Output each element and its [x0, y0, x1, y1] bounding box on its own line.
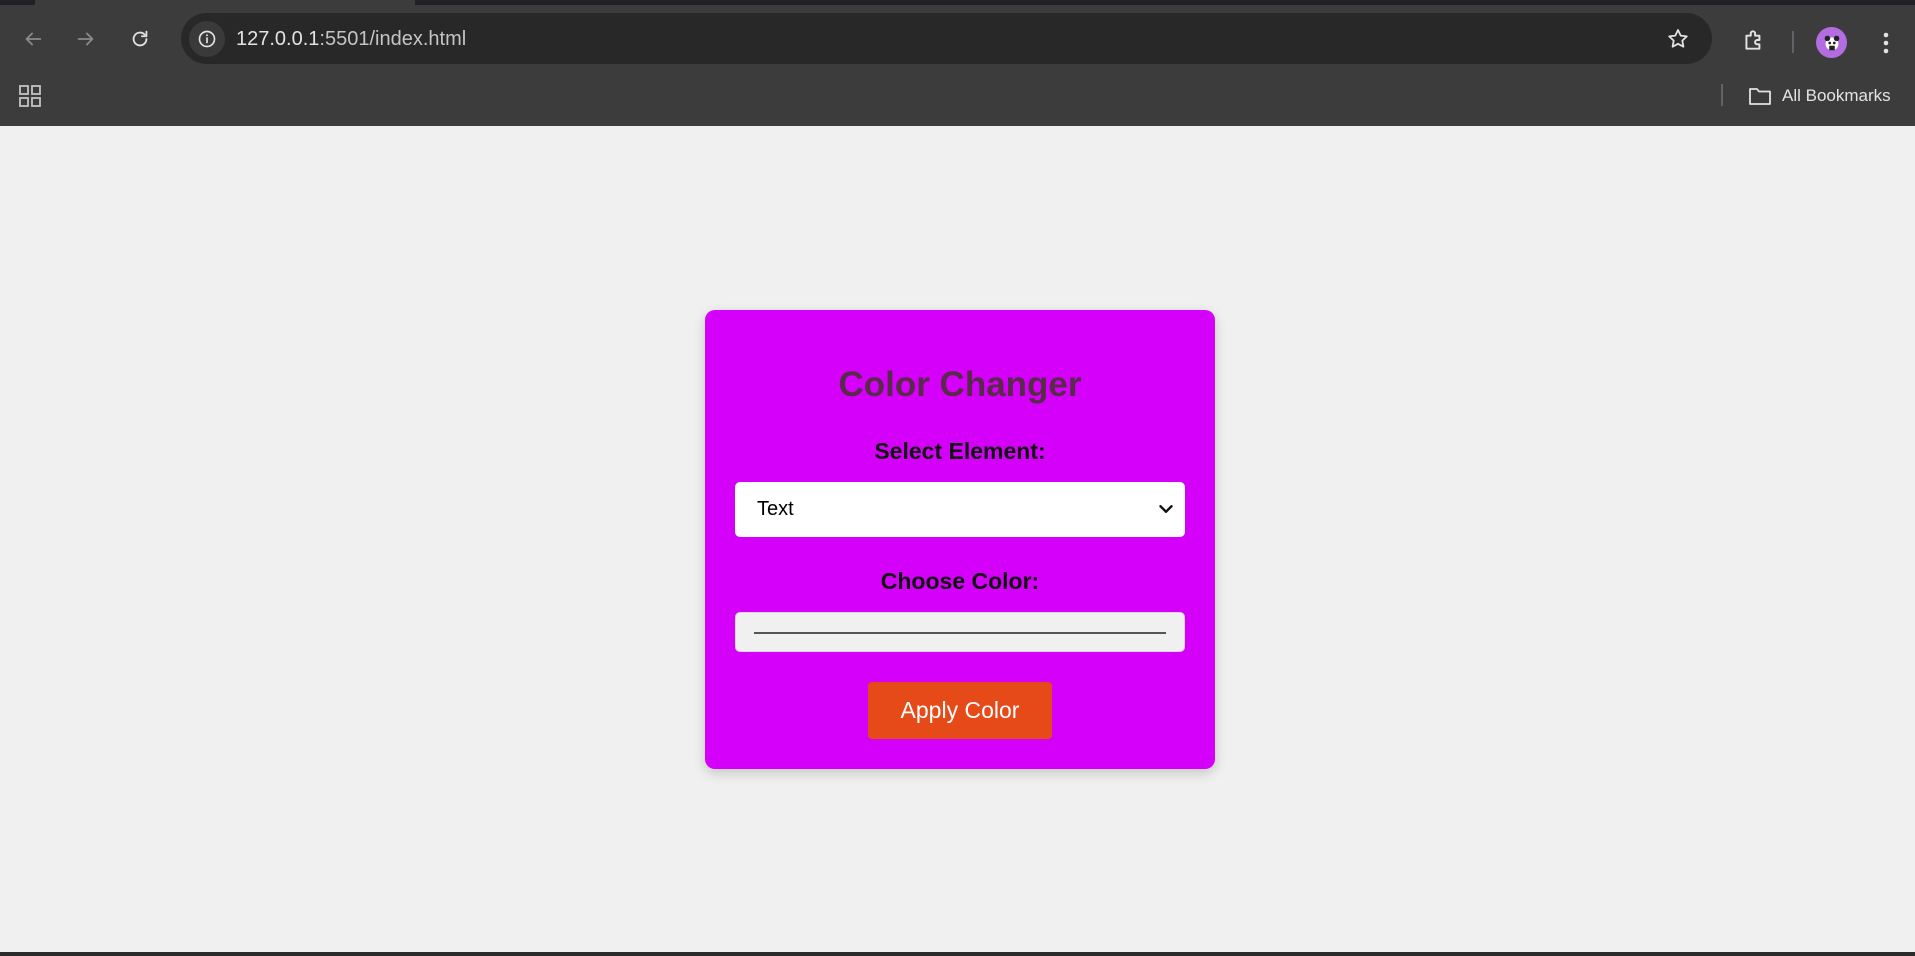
choose-color-label: Choose Color: — [880, 568, 1040, 594]
color-changer-card: Color Changer Select Element: Text Choos… — [705, 310, 1215, 769]
url-host: 127.0.0.1 — [236, 28, 320, 50]
color-swatch — [754, 632, 1166, 634]
browser-toolbar: 127.0.0.1:5501/index.html — [0, 5, 1915, 71]
all-bookmarks-button[interactable]: All Bookmarks — [1748, 81, 1891, 111]
bookmarks-bar: All Bookmarks — [0, 71, 1915, 126]
url-text[interactable]: 127.0.0.1:5501/index.html — [236, 28, 466, 51]
browser-menu-button[interactable] — [1876, 25, 1896, 61]
element-select[interactable]: Text — [735, 482, 1185, 537]
back-button[interactable] — [15, 21, 51, 57]
forward-button[interactable] — [68, 21, 104, 57]
extensions-button[interactable] — [1736, 22, 1772, 58]
puzzle-icon — [1745, 30, 1761, 50]
panda-avatar-icon — [1824, 35, 1839, 50]
reload-icon — [132, 30, 148, 47]
site-info-button[interactable] — [189, 21, 225, 57]
address-bar[interactable]: 127.0.0.1:5501/index.html — [181, 13, 1712, 64]
arrow-right-icon — [77, 32, 94, 46]
browser-chrome: 127.0.0.1:5501/index.html All Bookmarks — [0, 0, 1915, 126]
page-title: Color Changer — [838, 365, 1082, 404]
arrow-left-icon — [25, 32, 42, 46]
apps-grid-icon[interactable] — [18, 84, 42, 108]
color-picker-input[interactable] — [735, 612, 1185, 652]
info-icon — [198, 30, 216, 48]
profile-avatar[interactable] — [1816, 27, 1847, 58]
taskbar-edge — [0, 952, 1915, 956]
apply-color-button[interactable]: Apply Color — [868, 682, 1052, 739]
all-bookmarks-label: All Bookmarks — [1782, 86, 1891, 105]
select-element-label: Select Element: — [874, 438, 1046, 464]
reload-button[interactable] — [122, 21, 158, 57]
chevron-down-icon — [1159, 505, 1173, 513]
url-path: :5501/index.html — [319, 28, 467, 50]
toolbar-divider — [1792, 31, 1794, 53]
folder-icon — [1749, 88, 1771, 105]
bookmarks-divider — [1721, 84, 1723, 106]
page-viewport: Color Changer Select Element: Text Choos… — [0, 126, 1915, 952]
kebab-menu-icon — [1883, 32, 1889, 54]
star-icon — [1668, 29, 1688, 48]
element-select-value: Text — [757, 498, 794, 520]
bookmark-star-button[interactable] — [1664, 25, 1692, 53]
